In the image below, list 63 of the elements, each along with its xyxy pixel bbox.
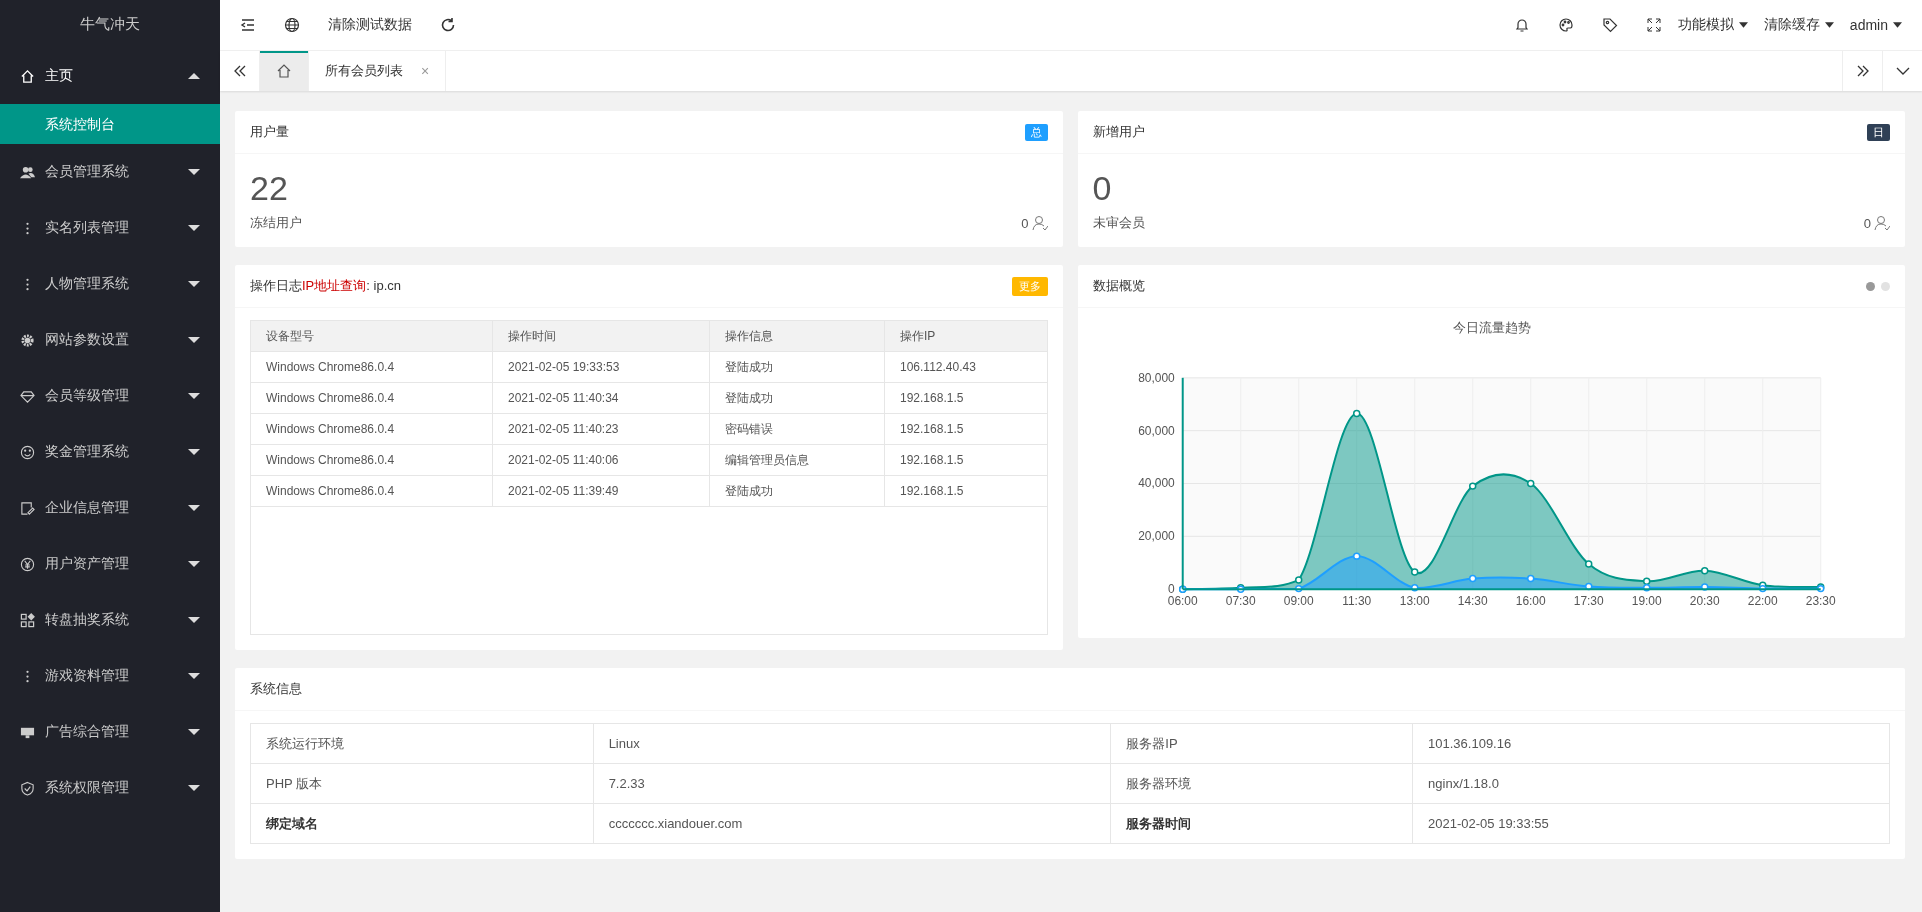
table-cell: 绑定域名 bbox=[250, 803, 594, 844]
column-header: 操作信息 bbox=[709, 321, 885, 352]
x-tick-label: 16:00 bbox=[1515, 594, 1546, 609]
column-header: 设备型号 bbox=[251, 321, 493, 352]
tab-label: 所有会员列表 bbox=[325, 62, 403, 80]
y-tick-label: 80,000 bbox=[1137, 370, 1175, 385]
stat-label: 冻结用户 bbox=[250, 214, 303, 232]
table-cell: Windows Chrome86.0.4 bbox=[251, 382, 493, 414]
table-cell: 2021-02-05 19:33:53 bbox=[492, 351, 710, 383]
x-tick-label: 06:00 bbox=[1167, 594, 1198, 609]
y-tick-label: 40,000 bbox=[1137, 476, 1175, 491]
y-tick-label: 60,000 bbox=[1137, 423, 1175, 438]
table-cell: 服务器环境 bbox=[1110, 763, 1413, 804]
table-cell: 2021-02-05 11:40:23 bbox=[492, 413, 710, 445]
x-tick-label: 11:30 bbox=[1341, 594, 1371, 609]
table-cell: 密码错误 bbox=[709, 413, 885, 445]
table-cell: 系统运行环境 bbox=[250, 723, 594, 764]
table-cell: 登陆成功 bbox=[709, 382, 885, 414]
table-cell: 101.36.109.16 bbox=[1412, 723, 1890, 764]
x-tick-label: 19:00 bbox=[1631, 594, 1662, 609]
table-cell: 编辑管理员信息 bbox=[709, 444, 885, 476]
stat-value: 0 bbox=[1092, 168, 1113, 209]
table-cell: 服务器IP bbox=[1110, 723, 1413, 764]
x-tick-label: 20:30 bbox=[1689, 594, 1720, 609]
chart-title: 今日流量趋势 bbox=[1452, 319, 1531, 335]
table-cell: 2021-02-05 11:40:06 bbox=[492, 444, 710, 476]
badge: 总 bbox=[1024, 123, 1048, 141]
card-title: 系统信息 bbox=[250, 680, 302, 698]
table-cell: PHP 版本 bbox=[250, 763, 594, 804]
column-header: 操作时间 bbox=[492, 321, 710, 352]
x-tick-label: 09:00 bbox=[1283, 594, 1314, 609]
x-tick-label: 14:30 bbox=[1457, 594, 1488, 609]
column-header: 操作IP bbox=[884, 321, 1047, 352]
x-tick-label: 07:30 bbox=[1225, 594, 1256, 609]
x-tick-label: 23:30 bbox=[1805, 594, 1836, 609]
y-tick-label: 0 bbox=[1167, 582, 1175, 597]
badge: 日 bbox=[1867, 123, 1890, 141]
table-cell: Windows Chrome86.0.4 bbox=[251, 351, 493, 383]
card-title: 新增用户 bbox=[1092, 123, 1145, 141]
app-title: 牛气冲天 bbox=[79, 14, 141, 34]
table-cell: Windows Chrome86.0.4 bbox=[251, 444, 493, 476]
table-cell: 登陆成功 bbox=[709, 351, 885, 383]
card-title: 用户量 bbox=[250, 123, 289, 141]
table-cell: 2021-02-05 11:40:34 bbox=[492, 382, 710, 414]
y-tick-label: 20,000 bbox=[1137, 529, 1175, 544]
card-title: 数据概览 bbox=[1092, 277, 1145, 295]
table-cell: ccccccc.xiandouer.com bbox=[593, 803, 1111, 844]
table-cell: Linux bbox=[593, 723, 1111, 764]
stat-value: 22 bbox=[250, 168, 289, 209]
table-cell: Windows Chrome86.0.4 bbox=[251, 475, 493, 507]
table-cell: 2021-02-05 11:39:49 bbox=[492, 475, 710, 507]
stat-sub-value: 0 bbox=[1863, 215, 1871, 231]
x-tick-label: 17:30 bbox=[1573, 594, 1604, 609]
stat-sub-value: 0 bbox=[1021, 215, 1029, 231]
table-cell: 7.2.33 bbox=[593, 763, 1111, 804]
x-tick-label: 13:00 bbox=[1399, 594, 1430, 609]
table-cell: Windows Chrome86.0.4 bbox=[251, 413, 493, 445]
card-title: 操作日志 bbox=[250, 278, 302, 293]
x-tick-label: 22:00 bbox=[1747, 594, 1778, 609]
table-cell: 登陆成功 bbox=[709, 475, 885, 507]
stat-label: 未审会员 bbox=[1092, 214, 1146, 232]
ip-lookup-site: : ip.cn bbox=[366, 278, 401, 293]
table-cell: 服务器时间 bbox=[1110, 803, 1413, 844]
